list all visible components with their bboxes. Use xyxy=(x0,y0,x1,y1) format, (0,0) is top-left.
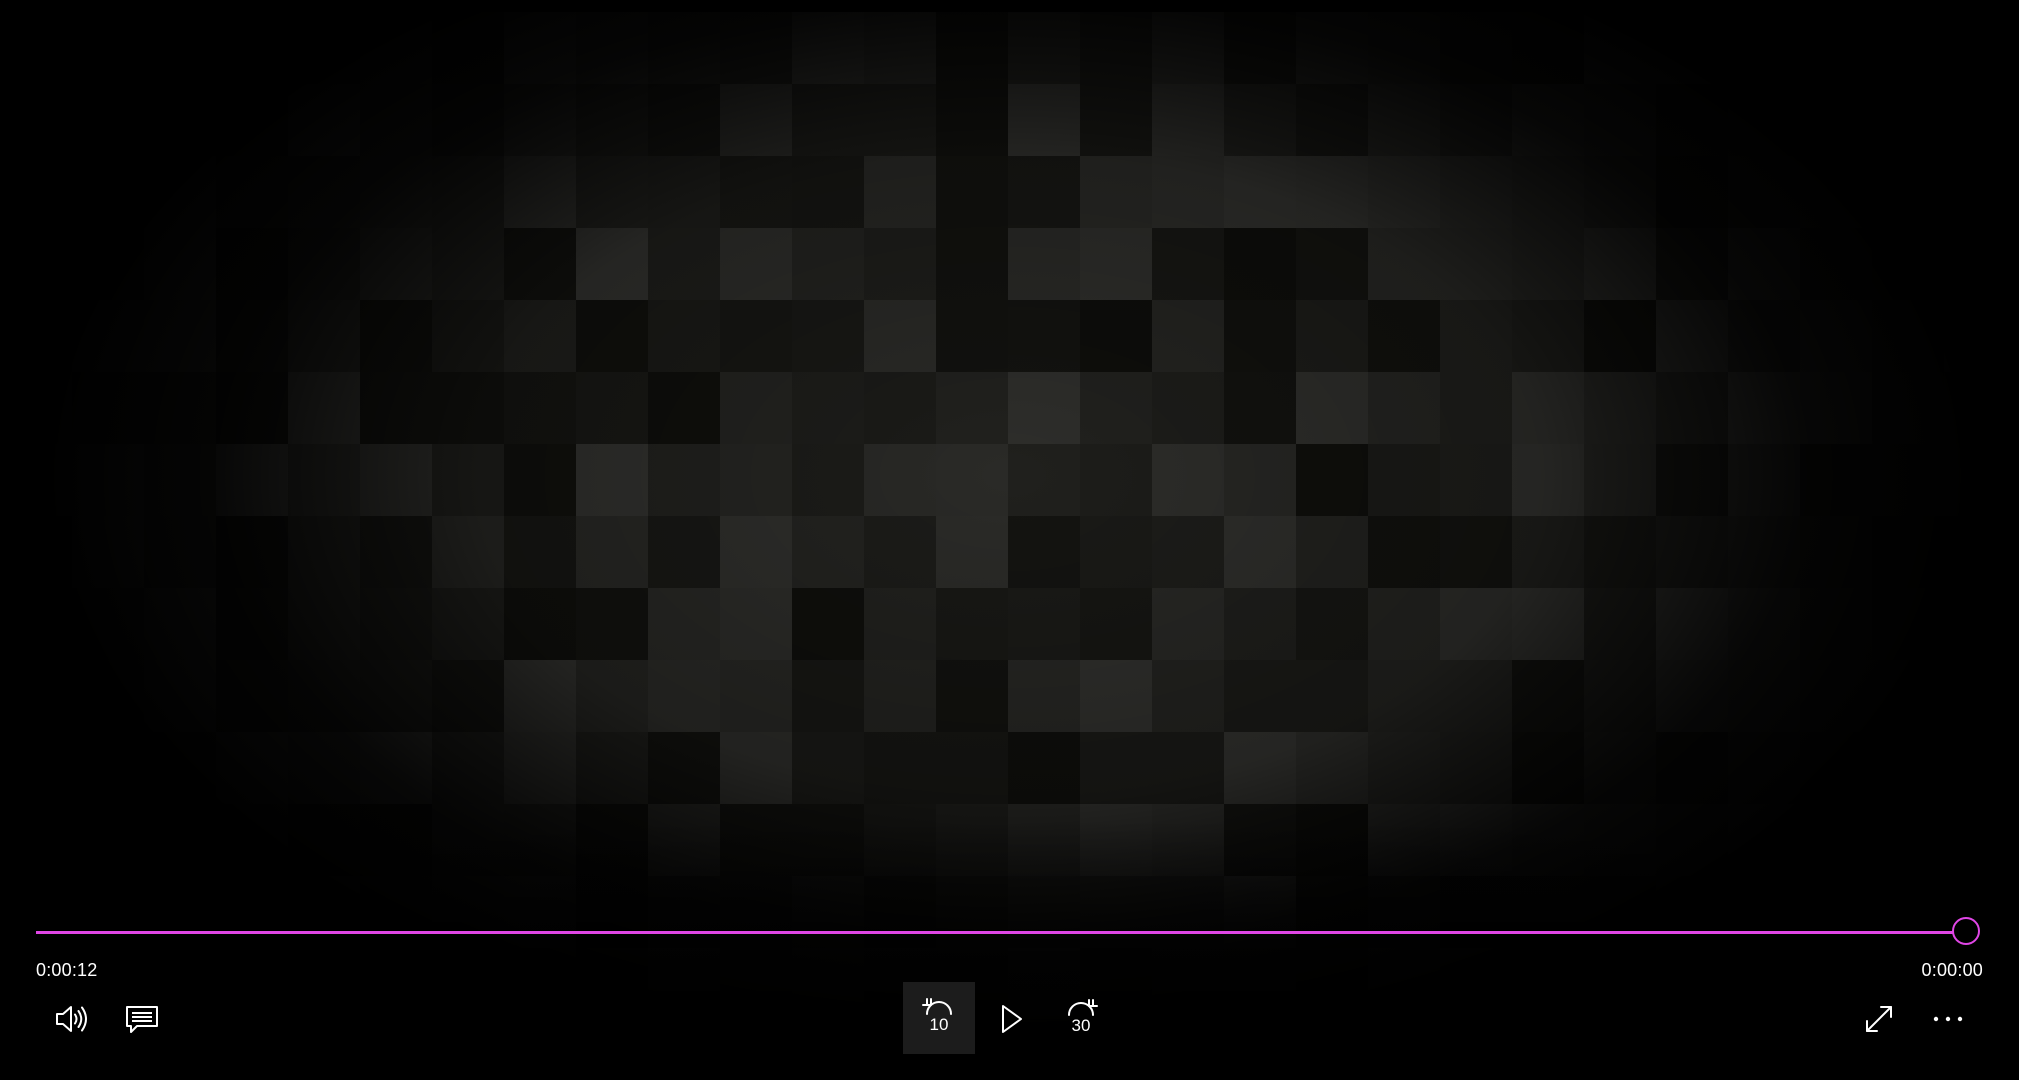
play-button[interactable] xyxy=(975,983,1047,1055)
remaining-time: 0:00:00 xyxy=(1921,960,1983,980)
captions-icon xyxy=(124,1001,160,1037)
seek-bar[interactable] xyxy=(36,931,1968,934)
captions-button[interactable] xyxy=(106,983,178,1055)
more-options-button[interactable] xyxy=(1912,983,1984,1055)
seek-bar-thumb[interactable] xyxy=(1952,917,1980,945)
pixelated-video-frame xyxy=(0,12,2019,1080)
elapsed-time: 0:00:12 xyxy=(36,960,98,980)
play-icon xyxy=(997,1003,1025,1035)
skip-back-button[interactable]: 10 xyxy=(903,982,975,1054)
volume-button[interactable] xyxy=(35,983,107,1055)
seek-bar-fill xyxy=(36,931,1968,934)
fullscreen-icon xyxy=(1862,1002,1896,1036)
more-icon xyxy=(1931,1014,1965,1024)
skip-back-seconds: 10 xyxy=(929,1015,949,1034)
fullscreen-button[interactable] xyxy=(1843,983,1915,1055)
video-surface[interactable] xyxy=(0,0,2019,1080)
skip-forward-button[interactable]: 30 xyxy=(1045,983,1117,1055)
media-player: 0:00:12 0:00:00 10 30 xyxy=(0,0,2019,1080)
volume-icon xyxy=(53,1001,89,1037)
skip-forward-seconds: 30 xyxy=(1071,1016,1091,1035)
